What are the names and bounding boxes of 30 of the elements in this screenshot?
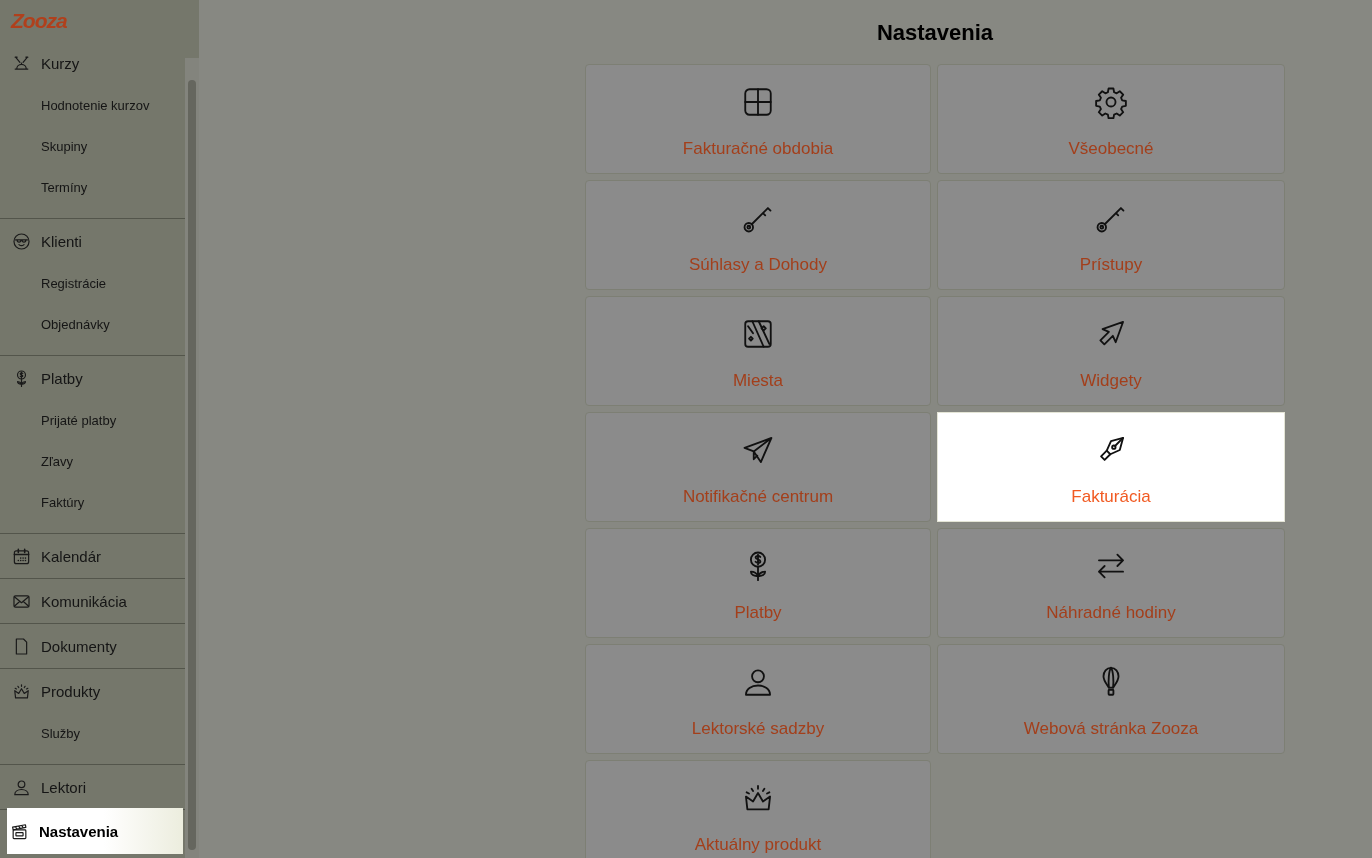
sidebar-subitem[interactable]: Hodnotenie kurzov (0, 85, 185, 126)
sidebar-subitem[interactable]: Termíny (0, 167, 185, 208)
sidebar-subitem[interactable]: Faktúry (0, 482, 185, 523)
sidebar-item[interactable]: Produkty (0, 669, 185, 713)
smiley-icon (12, 231, 31, 251)
page-title: Nastavenia (875, 19, 995, 47)
person-icon (12, 777, 31, 797)
calendar-icon (12, 546, 31, 566)
sidebar-item[interactable]: Platby (0, 356, 185, 400)
sidebar-subitem[interactable]: Registrácie (0, 263, 185, 304)
crown-icon (12, 681, 31, 701)
sidebar-subitem[interactable]: Skupiny (0, 126, 185, 167)
grid-icon (741, 85, 775, 119)
settings-icon (1094, 85, 1128, 119)
sidebar-item[interactable]: Kalendár (0, 534, 185, 578)
sidebar-subitem[interactable]: Objednávky (0, 304, 185, 345)
sidebar-item[interactable]: Dokumenty (0, 624, 185, 668)
sidebar-subitem[interactable]: Služby (0, 713, 185, 754)
scrollbar-thumb[interactable] (188, 80, 196, 850)
sidebar-item[interactable]: Lektori (0, 765, 185, 809)
sidebar-item[interactable]: Kurzy (0, 41, 185, 85)
bell-icon (12, 53, 31, 73)
sidebar-subitem[interactable]: Zľavy (0, 441, 185, 482)
sidebar-subitem[interactable]: Prijaté platby (0, 400, 185, 441)
clapperboard-icon (10, 821, 29, 841)
settings-tile[interactable]: Fakturácia (937, 412, 1285, 522)
map-icon (741, 317, 775, 351)
sidebar-item[interactable]: Klienti (0, 219, 185, 263)
sidebar-item[interactable]: Komunikácia (0, 579, 185, 623)
sidebar-item[interactable]: Nastavenia (7, 808, 183, 854)
